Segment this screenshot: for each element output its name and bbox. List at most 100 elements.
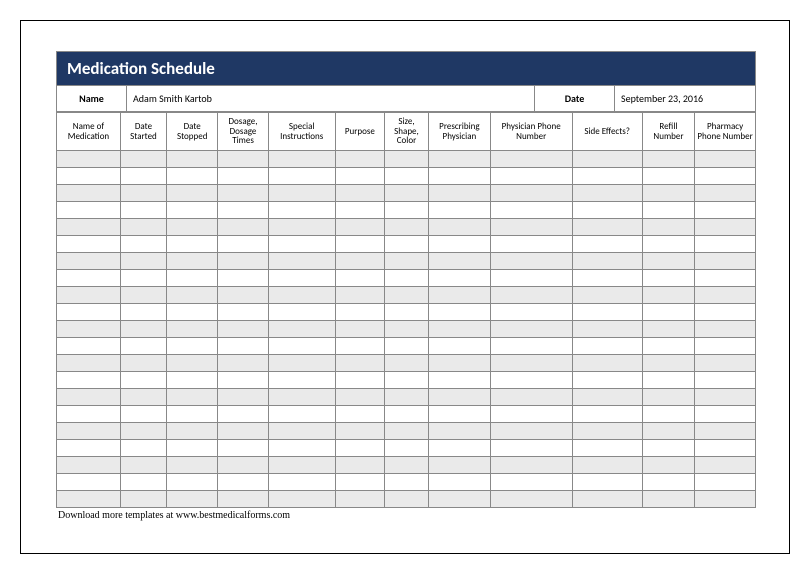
table-row: [57, 304, 756, 321]
table-cell: [384, 406, 428, 423]
table-cell: [218, 168, 268, 185]
table-cell: [268, 168, 335, 185]
table-cell: [490, 389, 572, 406]
col-header: Date Started: [120, 113, 166, 151]
table-cell: [268, 321, 335, 338]
table-row: [57, 219, 756, 236]
table-cell: [335, 457, 384, 474]
table-cell: [695, 440, 756, 457]
table-cell: [490, 185, 572, 202]
table-cell: [695, 355, 756, 372]
table-cell: [120, 219, 166, 236]
table-cell: [167, 457, 218, 474]
table-cell: [490, 355, 572, 372]
table-cell: [57, 185, 121, 202]
table-cell: [642, 355, 694, 372]
table-cell: [384, 372, 428, 389]
table-row: [57, 236, 756, 253]
table-cell: [384, 321, 428, 338]
table-cell: [695, 168, 756, 185]
table-cell: [384, 219, 428, 236]
table-cell: [335, 321, 384, 338]
table-cell: [642, 287, 694, 304]
table-cell: [218, 253, 268, 270]
table-cell: [428, 389, 490, 406]
table-cell: [642, 202, 694, 219]
table-row: [57, 151, 756, 168]
table-cell: [167, 389, 218, 406]
table-cell: [335, 287, 384, 304]
table-row: [57, 321, 756, 338]
table-cell: [167, 304, 218, 321]
title-bar: Medication Schedule: [56, 51, 756, 86]
table-cell: [384, 287, 428, 304]
table-header-row: Name of Medication Date Started Date Sto…: [57, 113, 756, 151]
table-cell: [428, 440, 490, 457]
table-cell: [218, 355, 268, 372]
table-cell: [642, 185, 694, 202]
table-row: [57, 287, 756, 304]
table-cell: [218, 406, 268, 423]
table-cell: [428, 321, 490, 338]
table-cell: [335, 491, 384, 508]
table-cell: [268, 304, 335, 321]
table-cell: [695, 185, 756, 202]
table-cell: [268, 440, 335, 457]
table-cell: [695, 287, 756, 304]
table-cell: [428, 457, 490, 474]
table-cell: [695, 270, 756, 287]
table-cell: [572, 304, 642, 321]
table-cell: [572, 491, 642, 508]
table-cell: [57, 151, 121, 168]
table-cell: [384, 185, 428, 202]
table-row: [57, 389, 756, 406]
table-cell: [572, 457, 642, 474]
table-cell: [57, 474, 121, 491]
table-cell: [335, 372, 384, 389]
table-cell: [572, 202, 642, 219]
table-cell: [218, 202, 268, 219]
col-header: Dosage, Dosage Times: [218, 113, 268, 151]
table-cell: [57, 168, 121, 185]
table-cell: [218, 491, 268, 508]
table-cell: [642, 236, 694, 253]
table-cell: [335, 304, 384, 321]
col-header: Refill Number: [642, 113, 694, 151]
table-cell: [572, 423, 642, 440]
table-cell: [167, 253, 218, 270]
table-cell: [120, 287, 166, 304]
table-cell: [642, 338, 694, 355]
table-cell: [268, 338, 335, 355]
table-cell: [490, 440, 572, 457]
table-cell: [120, 304, 166, 321]
table-cell: [642, 406, 694, 423]
table-cell: [268, 389, 335, 406]
table-cell: [167, 440, 218, 457]
name-label: Name: [57, 86, 127, 111]
table-cell: [120, 372, 166, 389]
table-cell: [57, 287, 121, 304]
table-cell: [428, 355, 490, 372]
table-row: [57, 202, 756, 219]
table-cell: [268, 457, 335, 474]
table-cell: [572, 185, 642, 202]
table-cell: [57, 304, 121, 321]
table-cell: [335, 406, 384, 423]
table-cell: [120, 406, 166, 423]
table-cell: [120, 151, 166, 168]
table-cell: [384, 457, 428, 474]
table-cell: [572, 287, 642, 304]
table-cell: [428, 219, 490, 236]
table-cell: [428, 372, 490, 389]
table-cell: [384, 168, 428, 185]
table-cell: [695, 151, 756, 168]
table-cell: [642, 168, 694, 185]
table-cell: [218, 423, 268, 440]
table-cell: [218, 338, 268, 355]
table-cell: [167, 219, 218, 236]
table-cell: [695, 406, 756, 423]
col-header: Prescribing Physician: [428, 113, 490, 151]
table-cell: [428, 491, 490, 508]
table-cell: [642, 253, 694, 270]
table-cell: [335, 253, 384, 270]
